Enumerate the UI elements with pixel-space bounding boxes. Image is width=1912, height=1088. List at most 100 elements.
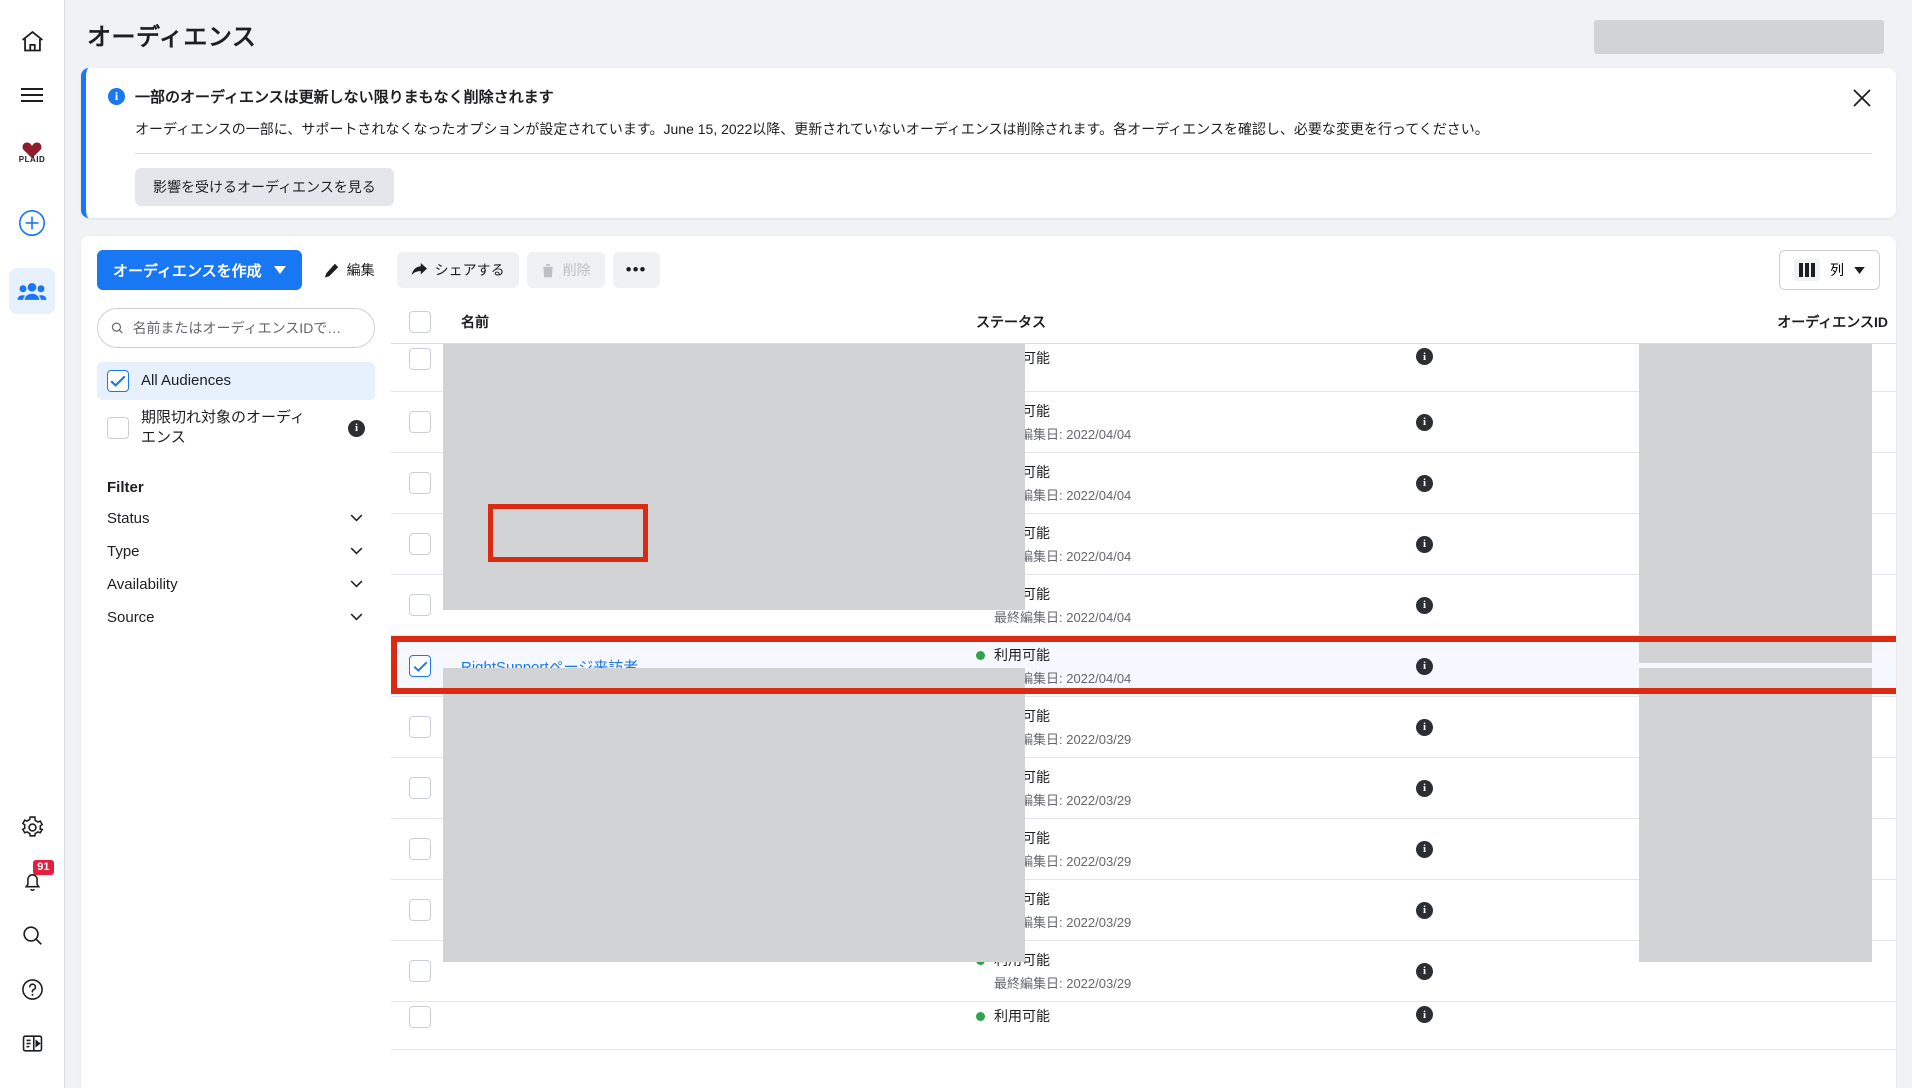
cell-info: i: [1416, 840, 1666, 858]
search-icon[interactable]: [10, 912, 56, 958]
search-input[interactable]: [132, 320, 362, 336]
info-icon[interactable]: i: [1416, 779, 1433, 797]
checkbox-row-select[interactable]: [409, 838, 431, 860]
edit-button[interactable]: 編集: [310, 252, 389, 288]
info-icon[interactable]: i: [1416, 657, 1433, 675]
columns-label: 列: [1830, 262, 1844, 278]
checkbox-row-select[interactable]: [409, 594, 431, 616]
search-field[interactable]: [97, 308, 375, 348]
checkbox-row-select[interactable]: [409, 411, 431, 433]
checkbox-row-select[interactable]: [409, 899, 431, 921]
checkbox-row-select[interactable]: [409, 960, 431, 982]
cell-info: i: [1416, 535, 1666, 553]
audience-manager-page: PLAID 91 オーディエンス i 一部のオーディエンスは更新しない限りまもな…: [0, 0, 1912, 1088]
filter-group-availability[interactable]: Availability: [97, 568, 375, 601]
cell-status: 利用可能最終編集日: 2022/04/04: [976, 523, 1416, 565]
cell-status: 利用可能最終編集日: 2022/03/29: [976, 950, 1416, 992]
checkbox-label-expiring-audiences: 期限切れ対象のオーディエンス: [141, 409, 305, 447]
filter-group-label-availability: Availability: [107, 575, 178, 593]
info-icon[interactable]: i: [1416, 413, 1433, 431]
status-badge: 利用可能: [976, 706, 1416, 726]
table-row[interactable]: 利用可能 i: [391, 1002, 1896, 1050]
info-icon[interactable]: i: [1416, 718, 1433, 736]
checkbox-row-select[interactable]: [409, 348, 431, 370]
filter-group-type[interactable]: Type: [97, 535, 375, 568]
edit-label: 編集: [346, 262, 375, 278]
info-icon[interactable]: i: [1416, 348, 1433, 365]
columns-button[interactable]: 列: [1779, 250, 1880, 290]
cell-status: 利用可能最終編集日: 2022/04/04: [976, 401, 1416, 443]
filter-group-status[interactable]: Status: [97, 502, 375, 535]
checkbox-row-select[interactable]: [409, 777, 431, 799]
view-affected-audiences-button[interactable]: 影響を受けるオーディエンスを見る: [135, 168, 394, 207]
search-icon: [111, 322, 123, 334]
filter-sidebar: All Audiences 期限切れ対象のオーディエンス i Filter St…: [81, 300, 391, 1088]
status-dot-icon: [976, 650, 985, 660]
share-button[interactable]: シェアする: [396, 252, 519, 288]
status-badge: 利用可能: [976, 889, 1416, 909]
menu-icon[interactable]: [9, 72, 55, 118]
table-header-row: 名前 ステータス オーディエンスID: [391, 300, 1896, 344]
chevron-down-icon: [350, 514, 363, 522]
info-icon[interactable]: i: [1416, 1006, 1433, 1023]
plaid-logo[interactable]: PLAID: [9, 126, 55, 178]
info-icon[interactable]: i: [1416, 962, 1433, 980]
help-icon[interactable]: [10, 966, 56, 1012]
gear-icon[interactable]: [10, 804, 56, 850]
pencil-icon: [324, 263, 338, 278]
left-nav-rail: PLAID 91: [0, 0, 65, 1088]
info-icon[interactable]: i: [1416, 535, 1433, 553]
info-icon[interactable]: i: [1416, 901, 1433, 919]
table-toolbar: オーディエンスを作成 編集 シェアする 削除 ••• 列: [81, 236, 1896, 300]
column-header-audience-id[interactable]: オーディエンスID: [1666, 312, 1896, 332]
panel-toggle-icon[interactable]: [10, 1020, 56, 1066]
info-icon[interactable]: i: [1416, 596, 1433, 614]
sidebar-item-audiences[interactable]: [9, 268, 55, 314]
last-edited-label: 最終編集日: 2022/04/04: [994, 549, 1132, 564]
filter-group-source[interactable]: Source: [97, 601, 375, 634]
cell-status: 利用可能: [976, 348, 1416, 368]
last-edited-label: 最終編集日: 2022/03/29: [994, 854, 1132, 869]
info-icon[interactable]: i: [348, 419, 365, 437]
plus-icon[interactable]: [9, 200, 55, 246]
cell-status: 利用可能最終編集日: 2022/03/29: [976, 828, 1416, 870]
checkbox-row-select[interactable]: [409, 716, 431, 738]
page-title: オーディエンス: [87, 23, 257, 51]
close-icon[interactable]: [1850, 86, 1874, 110]
audience-table: 名前 ステータス オーディエンスID 利用可能i利用可能最終編集日: 2022/…: [391, 300, 1896, 1088]
column-header-status[interactable]: ステータス: [976, 312, 1416, 332]
delete-button: 削除: [526, 252, 605, 288]
checkbox-row-expiring-audiences[interactable]: 期限切れ対象のオーディエンス i: [97, 400, 375, 457]
cell-info: i: [1416, 596, 1666, 614]
columns-icon: [1794, 259, 1820, 281]
checkbox-all-audiences[interactable]: [107, 370, 129, 392]
checkbox-expiring-audiences[interactable]: [107, 417, 129, 440]
home-icon[interactable]: [9, 18, 55, 64]
row-select-cell: [409, 1006, 461, 1028]
cell-status: 利用可能最終編集日: 2022/04/04: [976, 462, 1416, 504]
cell-info: i: [1416, 901, 1666, 919]
info-icon[interactable]: i: [1416, 840, 1433, 858]
more-actions-label: •••: [625, 260, 647, 279]
status-badge: 利用可能: [976, 950, 1416, 970]
checkbox-row-select[interactable]: [409, 655, 431, 677]
cell-info: i: [1416, 657, 1666, 675]
checkbox-row-select[interactable]: [409, 472, 431, 494]
column-header-name[interactable]: 名前: [461, 312, 976, 332]
cell-status: 利用可能最終編集日: 2022/03/29: [976, 706, 1416, 748]
bell-icon[interactable]: 91: [10, 858, 56, 904]
checkbox-row-select[interactable]: [409, 533, 431, 555]
filter-section-title: Filter: [107, 478, 144, 496]
status-badge: 利用可能: [976, 828, 1416, 848]
info-icon[interactable]: i: [1416, 474, 1433, 492]
status-badge: 利用可能: [976, 401, 1416, 421]
checkbox-row-select[interactable]: [409, 1006, 431, 1028]
cell-info: i: [1416, 718, 1666, 736]
checkbox-row-all-audiences[interactable]: All Audiences: [97, 362, 375, 400]
checkbox-select-all[interactable]: [409, 310, 431, 333]
cell-info: i: [1416, 1006, 1666, 1023]
account-selector-redacted[interactable]: [1594, 20, 1884, 54]
create-audience-button[interactable]: オーディエンスを作成: [97, 250, 302, 290]
more-actions-button[interactable]: •••: [612, 252, 660, 288]
select-all-cell: [409, 310, 461, 333]
